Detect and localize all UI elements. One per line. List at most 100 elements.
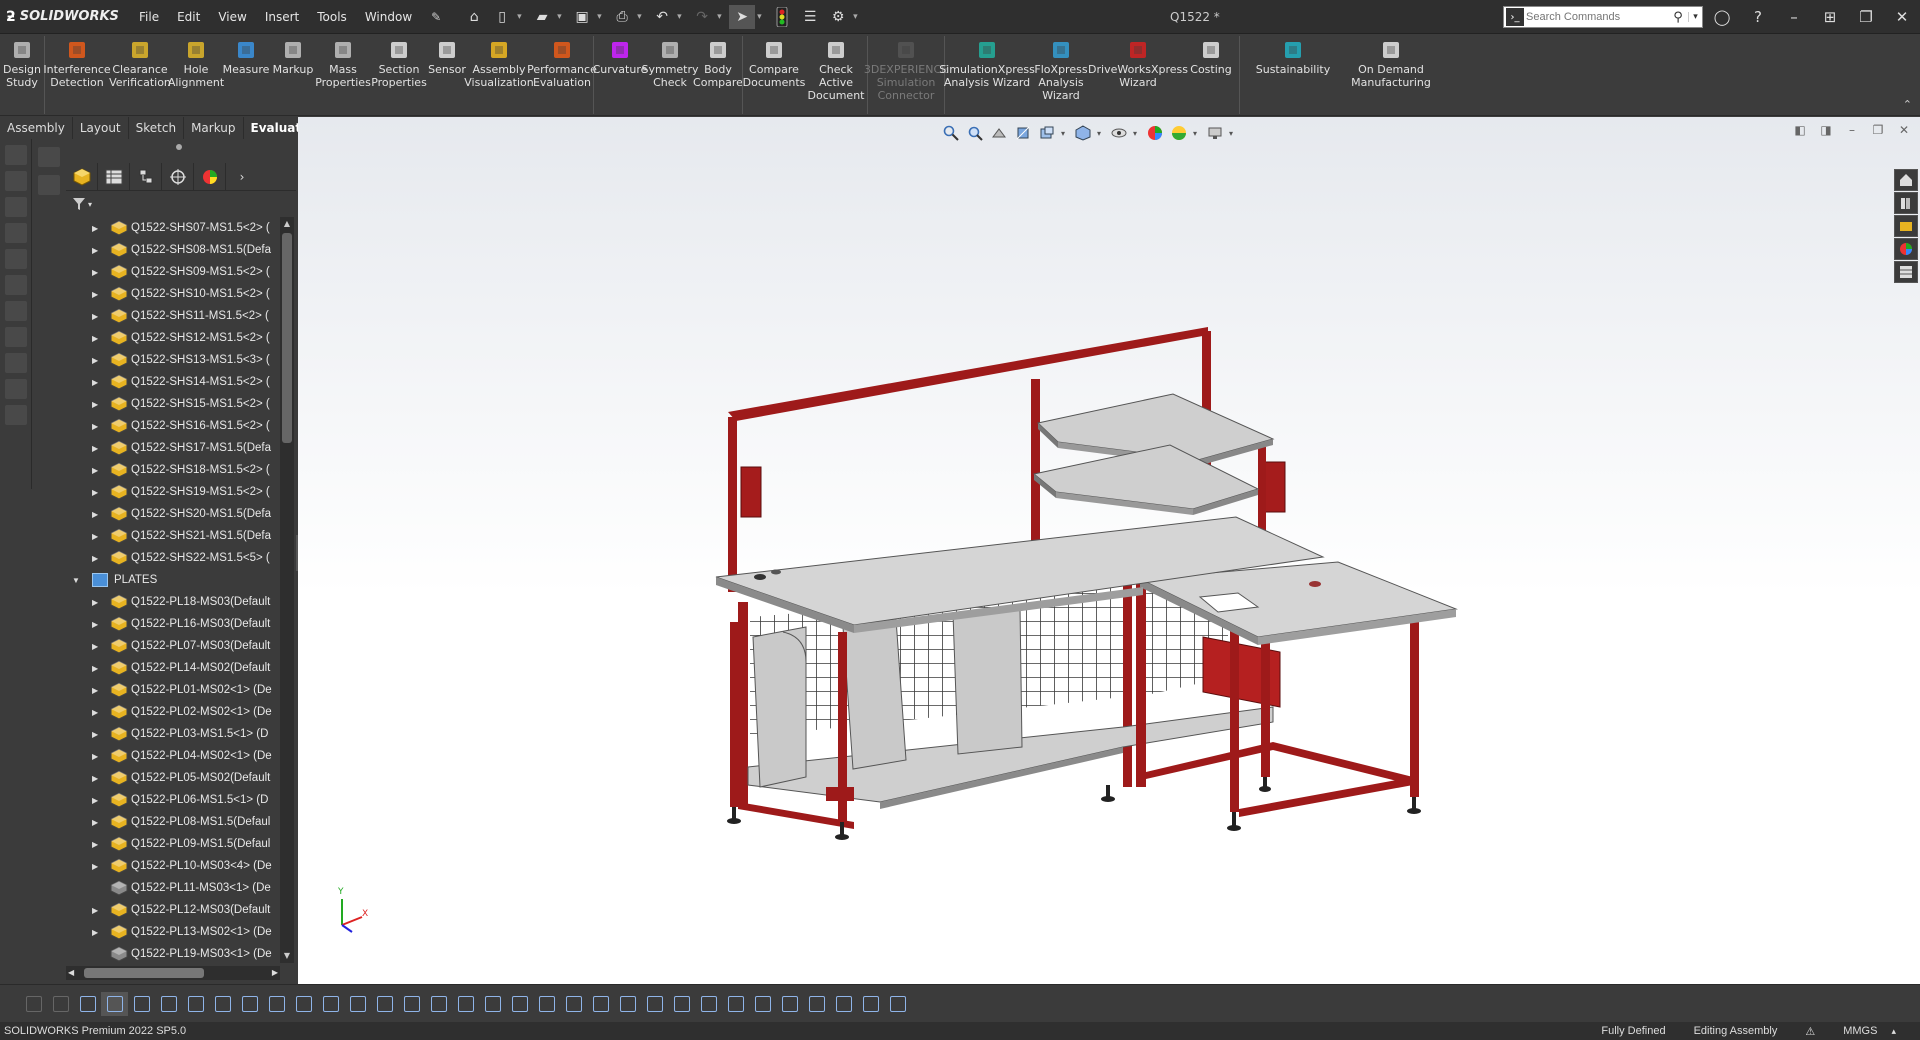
tree-item[interactable]: ▶ Q1522-SHS08-MS1.5(Defa xyxy=(66,239,280,261)
tree-item[interactable]: ▶ Q1522-SHS13-MS1.5<3> ( xyxy=(66,349,280,371)
tree-item[interactable]: ▶ Q1522-SHS07-MS1.5<2> ( xyxy=(66,217,280,239)
dim-tool-icon[interactable] xyxy=(47,992,74,1016)
tree-item[interactable]: ▶ Q1522-PL14-MS02(Default xyxy=(66,657,280,679)
tile-windows-icon[interactable]: ⊞ xyxy=(1812,0,1848,34)
tree-item[interactable]: ▶ Q1522-PL07-MS03(Default xyxy=(66,635,280,657)
ribbon-design-study-button[interactable]: Design Study xyxy=(0,34,44,116)
rebuild-status-icon[interactable]: ⚠ xyxy=(1791,1025,1829,1038)
feature-tree-tab-icon[interactable] xyxy=(66,162,98,191)
mini-tool-icon[interactable] xyxy=(5,275,27,295)
tree-item[interactable]: ▶ Q1522-PL12-MS03(Default xyxy=(66,899,280,921)
expand-arrow-icon[interactable]: ▶ xyxy=(92,444,104,453)
ribbon-clearance-button[interactable]: Clearance Verification xyxy=(109,34,171,116)
dimxpert-tab-icon[interactable] xyxy=(162,162,194,191)
expand-arrow-icon[interactable]: ▶ xyxy=(92,356,104,365)
menu-edit[interactable]: Edit xyxy=(168,0,209,34)
ribbon-hole-alignment-button[interactable]: Hole Alignment xyxy=(168,34,224,116)
print-dropdown-icon[interactable]: ▾ xyxy=(637,12,647,22)
pin-menu-icon[interactable]: ✎ xyxy=(425,10,447,24)
expand-arrow-icon[interactable]: ▶ xyxy=(92,708,104,717)
expand-arrow-icon[interactable]: ▶ xyxy=(92,686,104,695)
undo-dropdown-icon[interactable]: ▾ xyxy=(677,12,687,22)
expand-arrow-icon[interactable]: ▶ xyxy=(92,818,104,827)
help-icon[interactable]: ? xyxy=(1740,0,1776,34)
tree-item[interactable]: ▶ Q1522-PL05-MS02(Default xyxy=(66,767,280,789)
tool-31-icon[interactable] xyxy=(830,992,857,1016)
mini-tool-icon[interactable] xyxy=(5,197,27,217)
menu-tools[interactable]: Tools xyxy=(308,0,356,34)
ribbon-sustainability-button[interactable]: Sustainability xyxy=(1240,34,1346,116)
mini-tool-icon[interactable] xyxy=(5,353,27,373)
tree-item[interactable]: ▶ Q1522-PL06-MS1.5<1> (D xyxy=(66,789,280,811)
rebuild-traffic-light-icon[interactable] xyxy=(769,5,795,29)
expand-arrow-icon[interactable]: ▶ xyxy=(92,378,104,387)
tree-item[interactable]: ▶Q1522-PL11-MS03<1> (De xyxy=(66,877,280,899)
graphics-area[interactable]: ▾ ▾ ▾ ▾ ▾ ◧ ◨ – ❐ ✕ Y X xyxy=(298,117,1920,984)
tab-sketch[interactable]: Sketch xyxy=(128,117,185,139)
open-folder-icon[interactable]: ▰ xyxy=(529,5,555,29)
restore-icon[interactable]: ❐ xyxy=(1848,0,1884,34)
ribbon-sensor-button[interactable]: Sensor xyxy=(427,34,467,116)
search-icon[interactable]: ⚲ xyxy=(1668,10,1688,25)
tree-vertical-scrollbar[interactable]: ▲ ▼ xyxy=(280,217,294,963)
tree-item[interactable]: ▶ Q1522-SHS18-MS1.5<2> ( xyxy=(66,459,280,481)
tree-item[interactable]: ▶ Q1522-PL08-MS1.5(Defaul xyxy=(66,811,280,833)
mini-tool-icon[interactable] xyxy=(5,249,27,269)
tree-item[interactable]: ▶ Q1522-SHS15-MS1.5<2> ( xyxy=(66,393,280,415)
filter-dropdown-icon[interactable]: ▾ xyxy=(88,200,92,209)
mini-tool-icon[interactable] xyxy=(38,147,60,167)
assembly-features-icon[interactable] xyxy=(344,992,371,1016)
interference-icon[interactable] xyxy=(587,992,614,1016)
ribbon-floxpress-button[interactable]: FloXpress Analysis Wizard xyxy=(1029,34,1093,116)
open-dropdown-icon[interactable]: ▾ xyxy=(557,12,567,22)
redo-icon[interactable]: ↷ xyxy=(689,5,715,29)
take-snapshot-icon[interactable] xyxy=(533,992,560,1016)
property-manager-tab-icon[interactable] xyxy=(98,162,130,191)
user-account-icon[interactable]: ◯ xyxy=(1704,0,1740,34)
mini-tool-icon[interactable] xyxy=(5,327,27,347)
expand-arrow-icon[interactable]: ▶ xyxy=(92,598,104,607)
workbench-assembly-model[interactable] xyxy=(298,117,1920,984)
tab-markup[interactable]: Markup xyxy=(184,117,244,139)
file-properties-icon[interactable]: ☰ xyxy=(797,5,823,29)
tree-item[interactable]: ▶ Q1522-PL09-MS1.5(Defaul xyxy=(66,833,280,855)
filter-tool-icon[interactable] xyxy=(74,992,101,1016)
move-component-icon[interactable] xyxy=(263,992,290,1016)
tree-item[interactable]: ▶ Q1522-PL03-MS1.5<1> (D xyxy=(66,723,280,745)
options-gear-icon[interactable]: ⚙ xyxy=(825,5,851,29)
update-speedpak-icon[interactable] xyxy=(506,992,533,1016)
expand-arrow-icon[interactable]: ▶ xyxy=(92,664,104,673)
select-tool-icon[interactable] xyxy=(101,991,128,1016)
expand-arrow-icon[interactable]: ▶ xyxy=(92,466,104,475)
expand-arrow-icon[interactable]: ▶ xyxy=(92,268,104,277)
select-other-icon[interactable] xyxy=(155,992,182,1016)
expand-arrow-icon[interactable]: ▶ xyxy=(92,334,104,343)
mini-tool-icon[interactable] xyxy=(5,379,27,399)
menu-insert[interactable]: Insert xyxy=(256,0,308,34)
save-icon[interactable]: ▣ xyxy=(569,5,595,29)
ribbon-costing-button[interactable]: Costing xyxy=(1183,34,1239,116)
menu-file[interactable]: File xyxy=(130,0,168,34)
ribbon-3dx-button[interactable]: 3DEXPERIENCE Simulation Connector xyxy=(864,34,948,116)
tree-item[interactable]: ▶ Q1522-PL13-MS02<1> (De xyxy=(66,921,280,943)
ribbon-compare-documents-button[interactable]: Compare Documents xyxy=(743,34,805,116)
panel-grip-icon[interactable] xyxy=(176,144,182,150)
reference-geometry-icon[interactable] xyxy=(371,992,398,1016)
scroll-right-icon[interactable]: ▶ xyxy=(272,966,278,980)
tree-item[interactable]: ▶ Q1522-PL04-MS02<1> (De xyxy=(66,745,280,767)
tree-item[interactable]: ▶ Q1522-PL18-MS03(Default xyxy=(66,591,280,613)
more-tabs-chevron-icon[interactable]: › xyxy=(226,163,258,191)
instant3d-icon[interactable] xyxy=(479,992,506,1016)
rotate-component-icon[interactable] xyxy=(290,992,317,1016)
tree-horizontal-scrollbar[interactable]: ◀ ▶ xyxy=(66,966,280,980)
dim-tool-icon[interactable] xyxy=(20,992,47,1016)
tree-item[interactable]: ▶ Q1522-PL10-MS03<4> (De xyxy=(66,855,280,877)
expand-arrow-icon[interactable]: ▶ xyxy=(92,906,104,915)
smart-fasteners-icon[interactable] xyxy=(236,992,263,1016)
ribbon-simulationxpress-button[interactable]: SimulationXpress Analysis Wizard xyxy=(939,34,1035,116)
ribbon-measure-button[interactable]: Measure xyxy=(221,34,271,116)
tree-item[interactable]: ▶ Q1522-SHS17-MS1.5(Defa xyxy=(66,437,280,459)
expand-arrow-icon[interactable]: ▶ xyxy=(92,928,104,937)
solidworks-logo[interactable]: ƻ SOLIDWORKS xyxy=(0,0,130,34)
tree-item[interactable]: ▶ Q1522-SHS19-MS1.5<2> ( xyxy=(66,481,280,503)
